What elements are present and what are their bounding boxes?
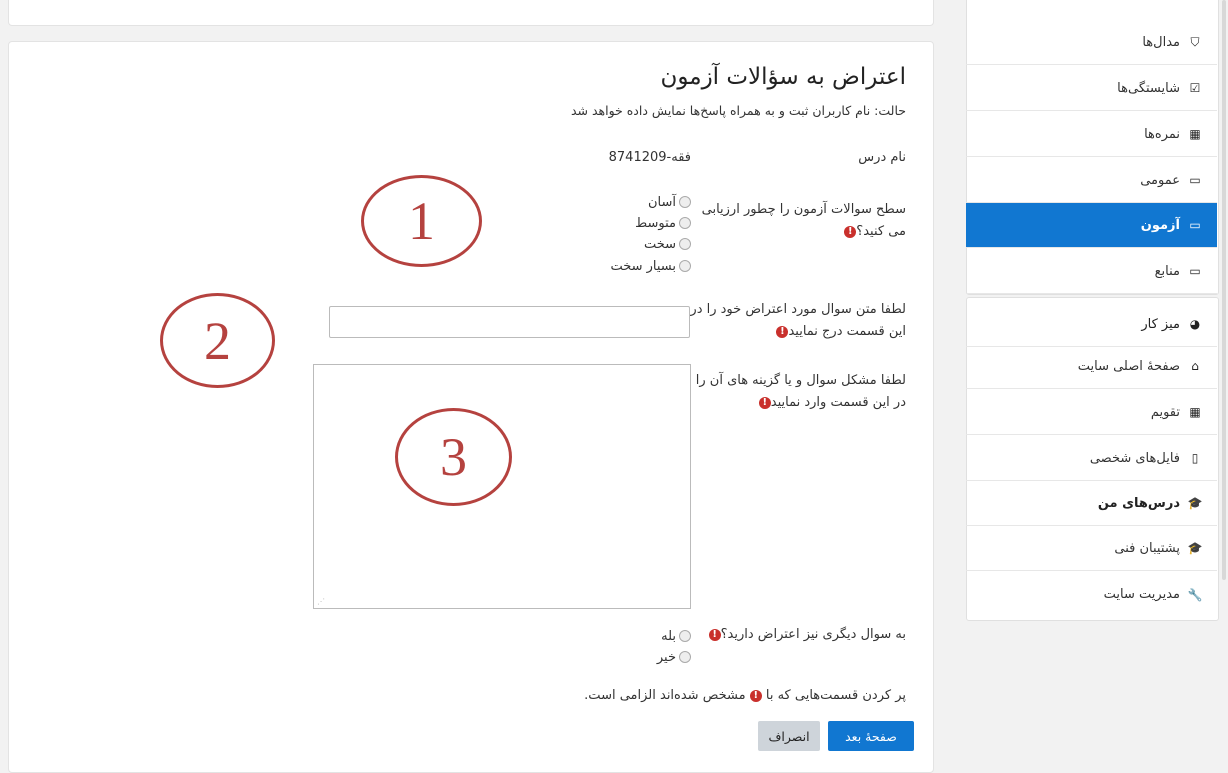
required-icon: !: [749, 689, 762, 702]
q2-label: لطفا متن سوال مورد اعتراض خود را در این …: [690, 299, 906, 343]
annotation-circle-3: 3: [395, 408, 512, 506]
q4-label-text: به سوال دیگری نیز اعتراض دارید؟: [720, 627, 906, 642]
sidebar-item-label: صفحهٔ اصلی سایت: [1077, 358, 1180, 374]
required-note-before: پر کردن قسمت‌هایی که با: [765, 688, 906, 703]
form-status: حالت: نام کاربران ثبت و به همراه پاسخ‌ها…: [570, 103, 906, 118]
annotation-circle-1: 1: [361, 175, 482, 267]
table-icon: ▦: [1189, 127, 1201, 141]
sidebar-item-medals[interactable]: ⛉ مدال‌ها: [966, 20, 1217, 65]
q1-option-very-hard[interactable]: بسیار سخت: [610, 256, 691, 276]
q3-label-text: در این قسمت وارد نمایید: [770, 395, 906, 410]
sidebar-item-site-admin[interactable]: 🔧 مدیریت سایت: [966, 572, 1217, 617]
next-page-button[interactable]: صفحهٔ بعد: [828, 721, 914, 751]
radio-button[interactable]: [679, 196, 691, 208]
q1-option-medium[interactable]: متوسط: [635, 213, 691, 233]
sidebar-item-home[interactable]: ⌂ صفحهٔ اصلی سایت: [966, 344, 1217, 389]
radio-button[interactable]: [679, 217, 691, 229]
option-label: سخت: [643, 236, 676, 252]
file-icon: ▯: [1191, 451, 1199, 465]
q4-label: به سوال دیگری نیز اعتراض دارید؟!: [708, 624, 906, 646]
q3-label-line1: لطفا مشکل سوال و یا گزینه های آن را: [695, 373, 906, 388]
sidebar-item-label: میز کار: [1141, 316, 1180, 332]
folder-icon: ▭: [1189, 173, 1201, 187]
option-label: بسیار سخت: [610, 258, 676, 274]
graduation-cap-icon: 🎓: [1187, 496, 1203, 510]
wrench-icon: 🔧: [1187, 587, 1203, 602]
q1-label-line2: می کنید؟!: [702, 221, 906, 243]
dashboard-icon: ◕: [1189, 317, 1201, 331]
option-label: متوسط: [635, 215, 676, 231]
sidebar-item-label: عمومی: [1140, 172, 1180, 188]
q1-option-easy[interactable]: آسان: [648, 192, 691, 212]
required-icon: !: [776, 325, 789, 338]
sidebar-item-label: نمره‌ها: [1144, 126, 1180, 142]
q3-label-line2: در این قسمت وارد نمایید!: [696, 392, 906, 414]
calendar-icon: ▦: [1189, 405, 1201, 419]
sidebar-item-my-courses[interactable]: 🎓 درس‌های من: [966, 481, 1217, 526]
course-value: فقه-8741209: [608, 150, 691, 165]
sidebar-item-support[interactable]: 🎓 پشتیبان فنی: [966, 526, 1217, 571]
sidebar-item-general[interactable]: ▭ عمومی: [966, 158, 1217, 203]
folder-icon: ▭: [1189, 218, 1201, 232]
q4-option-no[interactable]: خیر: [657, 647, 691, 667]
graduation-cap-icon: 🎓: [1187, 541, 1203, 555]
q1-label-text: می کنید؟: [856, 224, 906, 239]
sidebar-item-competencies[interactable]: ☑ شایستگی‌ها: [966, 66, 1217, 111]
required-icon: !: [708, 628, 721, 641]
q1-label-line1: سطح سوالات آزمون را چطور ارزیابی: [701, 202, 906, 217]
radio-button[interactable]: [679, 630, 691, 642]
checkbox-icon: ☑: [1189, 81, 1201, 95]
problem-textarea[interactable]: ⋰: [313, 364, 691, 609]
sidebar-item-label: پشتیبان فنی: [1114, 540, 1180, 556]
required-note: پر کردن قسمت‌هایی که با ! مشخص شده‌اند ا…: [584, 688, 906, 703]
sidebar-item-calendar[interactable]: ▦ تقویم: [966, 390, 1217, 435]
radio-button[interactable]: [679, 651, 691, 663]
sidebar-item-label: آزمون: [1140, 217, 1180, 233]
option-label: خیر: [656, 649, 676, 665]
resize-handle-icon[interactable]: ⋰: [317, 597, 325, 606]
sidebar-item-private-files[interactable]: ▯ فایل‌های شخصی: [966, 436, 1217, 481]
folder-icon: ▭: [1189, 264, 1201, 278]
q1-label: سطح سوالات آزمون را چطور ارزیابی می کنید…: [702, 199, 906, 243]
sidebar-item-quiz[interactable]: ▭ آزمون: [966, 203, 1217, 248]
sidebar-item-grades[interactable]: ▦ نمره‌ها: [966, 112, 1217, 157]
top-card: [8, 0, 934, 26]
q4-option-yes[interactable]: بله: [661, 626, 691, 646]
sidebar-item-label: درس‌های من: [1097, 495, 1180, 511]
sidebar-item-label: فایل‌های شخصی: [1089, 450, 1180, 466]
radio-button[interactable]: [679, 238, 691, 250]
option-label: آسان: [647, 194, 676, 210]
sidebar-item-resources[interactable]: ▭ منابع: [966, 249, 1217, 294]
annotation-circle-2: 2: [160, 293, 275, 388]
cancel-button[interactable]: انصراف: [758, 721, 820, 751]
required-icon: !: [844, 225, 857, 238]
sidebar-item-label: تقویم: [1150, 404, 1180, 420]
required-note-after: مشخص شده‌اند الزامی است.: [584, 688, 746, 703]
shield-icon: ⛉: [1190, 34, 1200, 49]
sidebar-item-label: مدیریت سایت: [1103, 587, 1180, 602]
question-text-input[interactable]: [329, 306, 690, 338]
q3-label: لطفا مشکل سوال و یا گزینه های آن را در ا…: [696, 370, 906, 414]
option-label: بله: [661, 628, 676, 644]
q2-label-line1: لطفا متن سوال مورد اعتراض خود را در: [690, 302, 906, 317]
q2-label-line2: این قسمت درج نمایید!: [690, 321, 906, 343]
sidebar-item-label: مدال‌ها: [1142, 34, 1180, 50]
sidebar-item-dashboard[interactable]: ◕ میز کار: [966, 302, 1217, 347]
required-icon: !: [758, 396, 771, 409]
q2-label-text: این قسمت درج نمایید: [788, 324, 906, 339]
home-icon: ⌂: [1191, 359, 1199, 373]
course-label: نام درس: [858, 150, 906, 165]
page-title: اعتراض به سؤالات آزمون: [660, 64, 906, 90]
radio-button[interactable]: [679, 260, 691, 272]
sidebar-item-label: منابع: [1154, 263, 1180, 279]
q1-option-hard[interactable]: سخت: [644, 234, 691, 254]
page-scrollbar[interactable]: [1222, 0, 1226, 580]
sidebar-item-label: شایستگی‌ها: [1117, 80, 1180, 96]
